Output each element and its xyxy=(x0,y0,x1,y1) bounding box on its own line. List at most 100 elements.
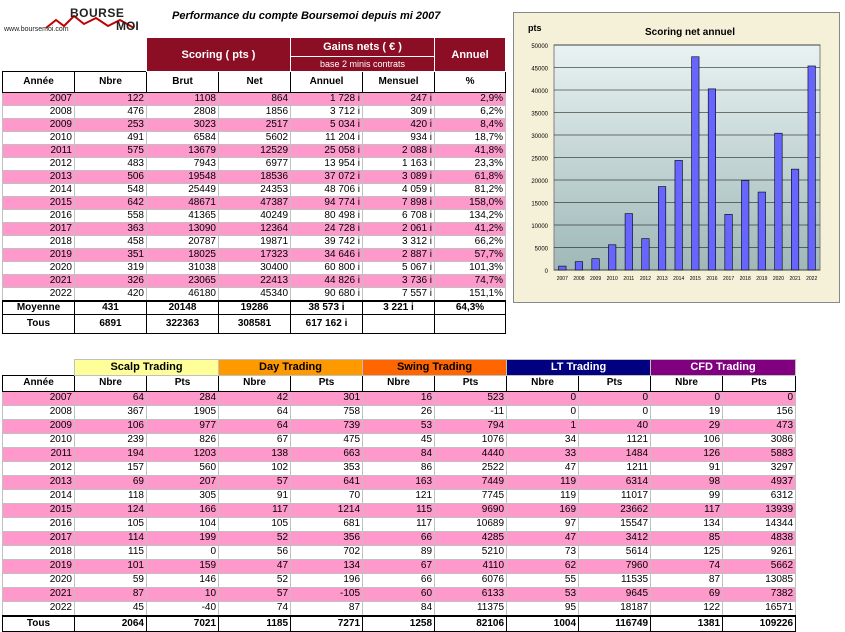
cell-nbre: 114 xyxy=(74,530,147,546)
cell-nbre: 575 xyxy=(74,144,147,158)
cell-nbre: 62 xyxy=(506,558,580,574)
x-tick-label: 2019 xyxy=(756,276,767,282)
cell-brut: 13679 xyxy=(146,144,219,158)
cell-percent: 41,2% xyxy=(434,222,507,236)
col-mensuel: Mensuel xyxy=(362,71,436,93)
cell-percent: 134,2% xyxy=(434,209,507,223)
cell-mensuel: 2 061 i xyxy=(362,222,436,236)
cell-annee: 2010 xyxy=(2,432,75,448)
cell-pts: 4285 xyxy=(434,530,508,546)
cell-pts: 681 xyxy=(290,516,364,532)
bar-2021 xyxy=(791,168,800,271)
cell-annee: 2021 xyxy=(2,274,75,288)
cell-nbre: 194 xyxy=(74,446,147,462)
cell-net: 1856 xyxy=(217,105,292,119)
cell-percent: 8,4% xyxy=(434,118,507,132)
cell-annuel: 90 680 i xyxy=(290,287,364,302)
cell-pts: 4110 xyxy=(434,558,508,574)
x-tick-label: 2007 xyxy=(557,276,568,282)
cell-pts: 641 xyxy=(290,474,364,490)
y-tick-label: 30000 xyxy=(531,134,548,140)
table-row: 2018 115 0 56 702 89 5210 73 5614 125 9261 xyxy=(2,544,797,560)
cell-percent: 57,7% xyxy=(434,248,507,262)
cell-nbre: 106 xyxy=(650,432,724,448)
y-tick-label: 20000 xyxy=(531,179,548,185)
cell-nbre: 91 xyxy=(650,460,724,476)
cell-nbre: 97 xyxy=(506,516,580,532)
cell-nbre: 115 xyxy=(74,544,147,560)
blank-header-cell xyxy=(3,360,75,376)
bar-2008 xyxy=(574,261,583,271)
cell-pts: 23662 xyxy=(578,502,652,518)
cell-mensuel: 1 163 i xyxy=(362,157,436,171)
cell-mensuel: 5 067 i xyxy=(362,261,436,275)
cell-pts: 977 xyxy=(145,418,220,434)
cell-pts: 758 xyxy=(290,404,364,420)
cell-pts: 3297 xyxy=(722,460,797,476)
annuel-group-header: Annuel xyxy=(434,37,507,72)
table-row: 2007 64 284 42 301 16 523 0 0 0 0 xyxy=(2,390,797,406)
cell-percent: 81,2% xyxy=(434,183,507,197)
cell-nbre: 118 xyxy=(74,488,147,504)
table-row: 2021 87 10 57 -105 60 6133 53 9645 69 7382 xyxy=(2,586,797,602)
col-net: Net xyxy=(217,71,292,93)
cell-nbre: 157 xyxy=(74,460,147,476)
moyenne-label: Moyenne xyxy=(2,300,75,315)
cell-pts: 9645 xyxy=(578,586,652,602)
column-header-row: Année Nbre Brut Net Annuel Mensuel % xyxy=(2,71,507,93)
cell-nbre: 138 xyxy=(218,446,292,462)
cell-pts: 134 xyxy=(290,558,364,574)
cell-annee: 2021 xyxy=(2,586,75,602)
cell-nbre: 117 xyxy=(650,502,724,518)
cell-nbre: 239 xyxy=(74,432,147,448)
cell-nbre: 548 xyxy=(74,183,147,197)
cell-nbre: 45 xyxy=(362,432,436,448)
cell-nbre: 642 xyxy=(74,196,147,210)
cell-pts: 353 xyxy=(290,460,364,476)
cell-pts: 166 xyxy=(145,502,220,518)
y-tick-label: 45000 xyxy=(531,67,548,73)
table-row: 2014 118 305 91 70 121 7745 119 11017 99 6312 xyxy=(2,488,797,504)
cell-brut: 13090 xyxy=(146,222,219,236)
moyenne-cell: 431 xyxy=(74,300,147,315)
cell-nbre: 163 xyxy=(362,474,436,490)
cell-nbre: 105 xyxy=(74,516,147,532)
cell-nbre: 29 xyxy=(650,418,724,434)
tous-label: Tous xyxy=(2,615,75,632)
cell-net: 24353 xyxy=(217,183,292,197)
cell-pts: 1484 xyxy=(578,446,652,462)
cell-mensuel: 2 088 i xyxy=(362,144,436,158)
cell-pts: 4937 xyxy=(722,474,797,490)
cell-nbre: 57 xyxy=(218,474,292,490)
cell-pts: 10689 xyxy=(434,516,508,532)
cell-nbre: 476 xyxy=(74,105,147,119)
y-tick-label: 0 xyxy=(545,269,549,275)
table-row: 2009 253 3023 2517 5 034 i 420 i 8,4% xyxy=(2,118,507,132)
scoring-group-header: Scoring ( pts ) xyxy=(145,37,292,72)
cell-nbre: 87 xyxy=(74,586,147,602)
cell-nbre: 351 xyxy=(74,248,147,262)
cell-nbre: 558 xyxy=(74,209,147,223)
cell-pts: 40 xyxy=(578,418,652,434)
cell-pts: 13939 xyxy=(722,502,797,518)
cell-nbre: 19 xyxy=(650,404,724,420)
table-row: 2012 483 7943 6977 13 954 i1 163 i 23,3% xyxy=(2,157,507,171)
tous-cell: 7021 xyxy=(145,615,220,632)
cell-pts: 6314 xyxy=(578,474,652,490)
cell-pts: 9690 xyxy=(434,502,508,518)
cell-nbre: 73 xyxy=(506,544,580,560)
x-tick-label: 2013 xyxy=(657,276,668,282)
cell-nbre: 89 xyxy=(362,544,436,560)
tous-cell: 6891 xyxy=(74,314,147,334)
cell-pts: 207 xyxy=(145,474,220,490)
cell-nbre: 506 xyxy=(74,170,147,184)
col-annee: Année xyxy=(2,374,75,392)
boursemoi-logo: BOURSE MOI www.boursemoi.com xyxy=(4,4,144,40)
cell-nbre: 101 xyxy=(74,558,147,574)
bar-2007 xyxy=(558,265,567,271)
cell-nbre: 66 xyxy=(362,530,436,546)
table-row: 2007 122 1108 864 1 728 i 247 i 2,9% xyxy=(2,92,507,106)
col-nbre: Nbre xyxy=(362,374,436,392)
moyenne-row: Moyenne 431 20148 19286 38 573 i 3 221 i… xyxy=(2,300,507,315)
cell-annee: 2013 xyxy=(2,170,75,184)
